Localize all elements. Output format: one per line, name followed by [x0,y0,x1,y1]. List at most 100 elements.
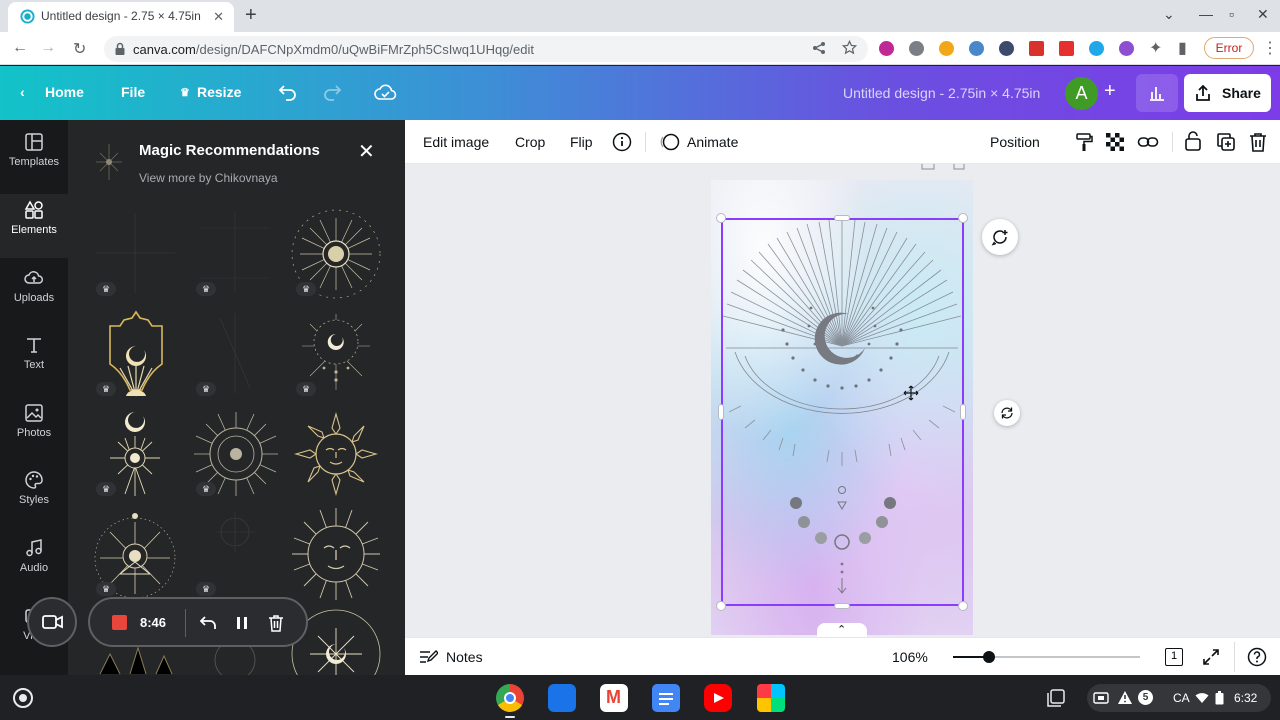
cloud-saved-icon[interactable] [374,83,398,101]
animate-icon[interactable] [659,132,681,152]
extension-coin-icon[interactable] [939,41,954,56]
edit-image-button[interactable]: Edit image [423,134,489,150]
pause-recording-icon[interactable] [235,616,249,630]
extension-settings-icon[interactable] [1119,41,1134,56]
launcher-icon[interactable] [13,688,33,708]
element-thumbnail[interactable] [290,506,382,602]
rail-item-uploads[interactable]: Uploads [0,262,68,326]
rail-item-elements[interactable]: Elements [0,194,68,258]
zoom-slider[interactable] [953,651,1140,663]
play-store-app-icon[interactable] [757,684,785,712]
show-pages-button[interactable]: ⌃ [817,623,867,637]
link-icon[interactable] [1137,132,1159,152]
extension-upload-icon[interactable] [1059,41,1074,56]
add-page-icon[interactable] [953,164,965,170]
rail-item-templates[interactable]: Templates [0,126,68,190]
address-bar[interactable]: canva.com/design/DAFCNpXmdm0/uQwBiFMrZph… [104,36,868,62]
share-page-icon[interactable] [812,41,826,55]
rail-item-photos[interactable]: Photos [0,397,68,461]
zoom-slider-knob[interactable] [982,651,995,663]
extension-s-icon[interactable] [1089,41,1104,56]
add-collaborator-icon[interactable]: + [1104,80,1116,103]
chrome-app-icon[interactable] [496,684,524,712]
rail-item-audio[interactable]: Audio [0,532,68,596]
duplicate-icon[interactable] [1216,132,1236,152]
new-tab-button[interactable]: + [245,4,257,27]
resize-handle-bottom[interactable] [834,603,850,609]
resize-handle-left[interactable] [718,404,724,420]
extension-red-icon[interactable] [1029,41,1044,56]
close-window-icon[interactable]: ✕ [1257,6,1269,23]
forward-arrow-icon[interactable]: → [40,39,56,57]
maximize-window-icon[interactable]: ▫ [1229,6,1234,22]
rail-item-text[interactable]: Text [0,329,68,393]
view-more-link[interactable]: View more by Chikovnaya [139,171,278,185]
crop-button[interactable]: Crop [515,134,545,150]
extension-badge-icon[interactable] [909,41,924,56]
rail-item-styles[interactable]: Styles [0,464,68,528]
youtube-app-icon[interactable] [704,684,732,712]
tab-close-icon[interactable]: ✕ [213,9,224,25]
comment-button[interactable] [982,219,1018,255]
home-button[interactable]: Home [45,84,84,100]
fullscreen-icon[interactable] [1202,648,1220,666]
zoom-level[interactable]: 106% [892,649,928,665]
delete-recording-icon[interactable] [268,614,284,632]
selection-box[interactable] [721,218,964,606]
notes-icon[interactable] [418,648,438,666]
extension-grid-icon[interactable] [999,41,1014,56]
share-button[interactable]: Share [1184,74,1271,112]
site-info-lock-icon[interactable] [114,42,126,56]
help-icon[interactable] [1247,647,1267,667]
flip-button[interactable]: Flip [570,134,593,150]
resize-handle-bottom-left[interactable] [716,601,726,611]
trash-icon[interactable] [1249,132,1267,152]
lock-icon[interactable] [1184,131,1202,151]
holding-space-icon[interactable] [1046,688,1066,708]
back-chevron-icon[interactable]: ‹ [20,84,25,100]
resize-handle-top-left[interactable] [716,213,726,223]
status-tray[interactable]: 5 CA 6:32 [1087,684,1271,712]
document-title[interactable]: Untitled design - 2.75in × 4.75in [843,85,1040,101]
transparency-icon[interactable] [1105,132,1125,152]
avatar[interactable]: A [1065,77,1098,110]
duplicate-page-icon[interactable] [921,164,935,170]
notes-button[interactable]: Notes [446,649,483,665]
resize-handle-bottom-right[interactable] [958,601,968,611]
premium-crown-badge: ♛ [96,482,116,496]
files-app-icon[interactable] [548,684,576,712]
minimize-window-icon[interactable]: — [1199,6,1213,22]
docs-app-icon[interactable] [652,684,680,712]
close-panel-icon[interactable]: ✕ [358,139,375,164]
resize-handle-top[interactable] [834,215,850,221]
info-icon[interactable] [612,132,632,152]
profile-error-button[interactable]: Error [1204,37,1254,59]
position-button[interactable]: Position [990,134,1040,150]
extension-globe-icon[interactable] [969,41,984,56]
element-thumbnail[interactable] [290,408,382,500]
back-arrow-icon[interactable]: ← [12,39,28,57]
extension-color-icon[interactable] [879,41,894,56]
browser-tab[interactable]: Untitled design - 2.75 × 4.75in ✕ [8,2,234,32]
gmail-app-icon[interactable]: M [600,684,628,712]
resize-handle-right[interactable] [960,404,966,420]
resize-button[interactable]: Resize [197,84,241,100]
stop-recording-button[interactable] [112,615,127,630]
browser-menu-icon[interactable]: ⋮ [1262,38,1278,58]
paint-roller-icon[interactable] [1074,132,1094,152]
reload-icon[interactable]: ↻ [73,39,86,59]
undo-icon[interactable] [278,83,298,101]
animate-button[interactable]: Animate [687,134,738,150]
insights-button[interactable] [1136,74,1178,112]
bookmark-star-icon[interactable] [842,40,857,55]
file-menu-button[interactable]: File [121,84,145,100]
recorder-camera-button[interactable] [27,597,77,647]
rotate-button[interactable] [994,400,1020,426]
page-count-badge[interactable]: 1 [1165,648,1183,666]
resize-handle-top-right[interactable] [958,213,968,223]
side-panel-icon[interactable]: ▮ [1178,38,1187,58]
redo-icon[interactable] [322,83,342,101]
tab-search-chevron-icon[interactable]: ⌄ [1163,6,1175,23]
restart-recording-icon[interactable] [200,615,218,631]
extensions-puzzle-icon[interactable]: ✦ [1149,38,1162,58]
